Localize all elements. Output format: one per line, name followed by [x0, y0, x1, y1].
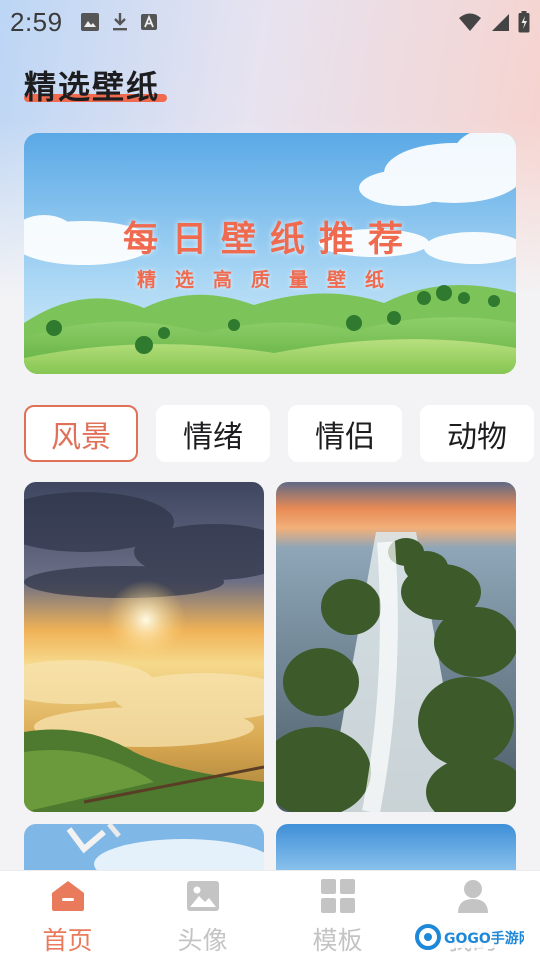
- wallpaper-card-sea-rocks[interactable]: [276, 482, 516, 812]
- page-title: 精选壁纸: [24, 68, 161, 106]
- daily-wallpaper-banner[interactable]: 每日壁纸推荐 精选高质量壁纸: [24, 133, 516, 374]
- gallery-notification-icon: [80, 13, 99, 31]
- tab-mood[interactable]: 情绪: [156, 405, 270, 462]
- wallpaper-image: [24, 482, 264, 812]
- wallpaper-card-sunset-clouds[interactable]: [24, 482, 264, 812]
- nav-avatar[interactable]: 头像: [135, 871, 270, 960]
- grid-icon: [319, 877, 357, 915]
- wallpaper-image: [276, 482, 516, 812]
- tab-scenery[interactable]: 风景: [24, 405, 138, 462]
- nav-home[interactable]: 首页: [0, 871, 135, 960]
- image-icon: [184, 877, 222, 915]
- category-tabs: 风景 情绪 情侣 动物: [24, 405, 534, 462]
- download-notification-icon: [112, 13, 127, 31]
- nav-template[interactable]: 模板: [270, 871, 405, 960]
- nav-template-label: 模板: [312, 926, 363, 955]
- nav-avatar-label: 头像: [177, 926, 228, 955]
- signal-icon: [492, 14, 509, 31]
- wifi-icon: [459, 13, 481, 31]
- battery-icon: [518, 11, 530, 33]
- tab-animal[interactable]: 动物: [420, 405, 534, 462]
- nav-home-label: 首页: [42, 926, 93, 955]
- user-icon: [454, 877, 492, 915]
- status-bar: 2:59: [0, 0, 540, 44]
- tab-couple[interactable]: 情侣: [288, 405, 402, 462]
- gogo-watermark-logo: GOGO手游网: [415, 924, 524, 950]
- banner-subtitle: 精选高质量壁纸: [136, 269, 403, 291]
- status-time: 2:59: [10, 6, 63, 37]
- home-icon: [49, 877, 87, 915]
- svg-text:GOGO手游网: GOGO手游网: [444, 930, 524, 947]
- banner-title: 每日壁纸推荐: [122, 220, 417, 260]
- a-notification-icon: [140, 14, 157, 30]
